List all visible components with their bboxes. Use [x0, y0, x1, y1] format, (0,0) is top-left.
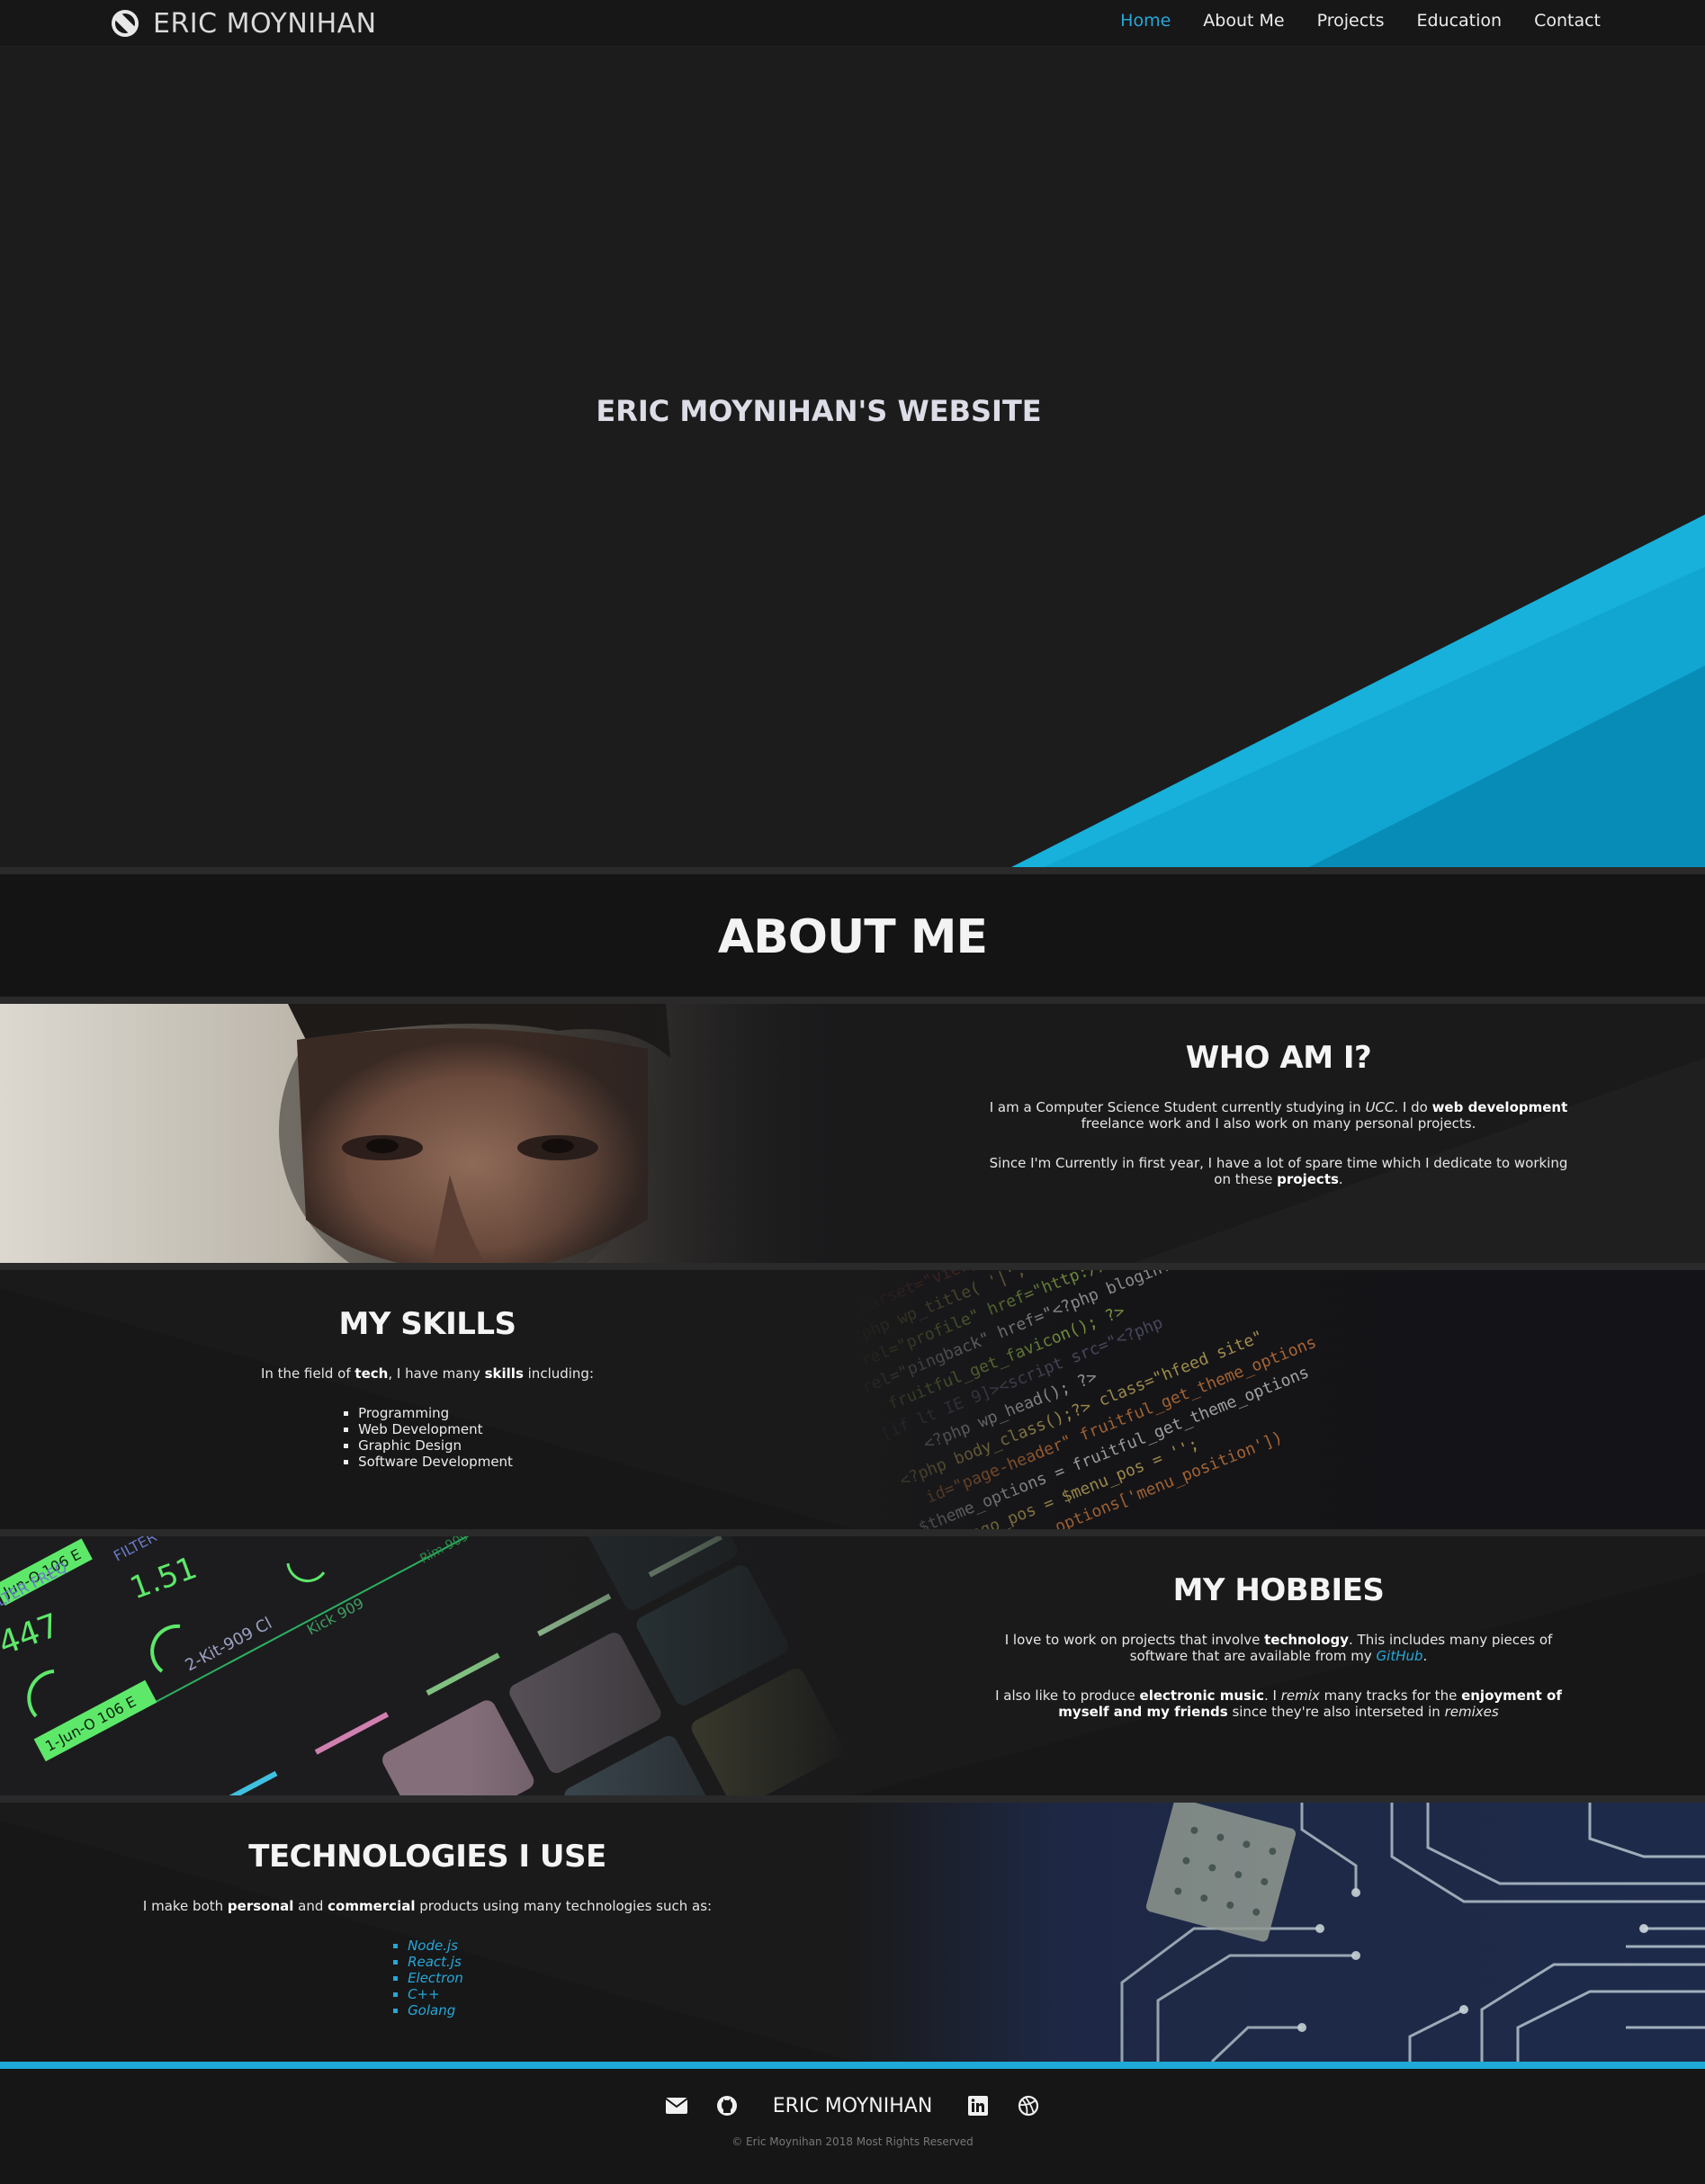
divider [0, 1263, 1705, 1270]
envelope-icon[interactable] [665, 2094, 688, 2117]
footer: ERIC MOYNIHAN © Eric Moynihan 2018 Most … [0, 2069, 1705, 2184]
my-skills-content: MY SKILLS In the field of tech, I have m… [135, 1270, 720, 1470]
music-controller-photo: Jun-O 106 E 1-Jun-O 106 E LTER FREQ FILT… [0, 1536, 853, 1795]
brand[interactable]: ERIC MOYNIHAN [112, 6, 377, 40]
who-am-i-title: WHO AM I? [1185, 1040, 1372, 1076]
footer-links: ERIC MOYNIHAN [0, 2094, 1705, 2117]
technologies-content: TECHNOLOGIES I USE I make both personal … [135, 1803, 720, 2018]
who-am-i-content: WHO AM I? I am a Computer Science Studen… [986, 1004, 1571, 1187]
list-item: Graphic Design [358, 1437, 513, 1454]
divider [0, 1529, 1705, 1536]
copyright-text: © Eric Moynihan 2018 Most Rights Reserve… [731, 2135, 974, 2148]
brand-logo-icon [112, 10, 139, 37]
tech-link-electron[interactable]: Electron [408, 1970, 463, 1986]
my-hobbies-title: MY HOBBIES [1172, 1572, 1385, 1608]
my-hobbies-content: MY HOBBIES I love to work on projects th… [986, 1536, 1571, 1720]
nav-link-about-me[interactable]: About Me [1203, 11, 1284, 31]
technologies-title: TECHNOLOGIES I USE [248, 1839, 606, 1875]
nav-links: Home About Me Projects Education Contact [1120, 11, 1601, 31]
list-item: Programming [358, 1405, 513, 1421]
my-skills-title: MY SKILLS [338, 1306, 516, 1342]
my-hobbies-panel: Jun-O 106 E 1-Jun-O 106 E LTER FREQ FILT… [0, 1536, 1705, 1795]
about-title: ABOUT ME [717, 910, 988, 964]
my-skills-intro: In the field of tech, I have many skills… [260, 1365, 595, 1382]
nav-link-education[interactable]: Education [1416, 11, 1502, 31]
who-am-i-paragraph-2: Since I'm Currently in first year, I hav… [989, 1155, 1568, 1187]
nav-link-home[interactable]: Home [1120, 11, 1171, 31]
tech-link-golang[interactable]: Golang [408, 2002, 463, 2018]
linkedin-icon[interactable] [966, 2094, 990, 2117]
github-icon[interactable] [715, 2094, 739, 2117]
tech-link-reactjs[interactable]: React.js [408, 1954, 463, 1970]
my-skills-panel: charset="viewport" content='width' <?php… [0, 1270, 1705, 1529]
footer-accent-bar [0, 2062, 1705, 2069]
divider [0, 1795, 1705, 1803]
my-hobbies-paragraph-2: I also like to produce electronic music.… [995, 1687, 1562, 1720]
who-am-i-panel: WHO AM I? I am a Computer Science Studen… [0, 1004, 1705, 1263]
tech-link-nodejs[interactable]: Node.js [408, 1938, 463, 1954]
hero-title: ERIC MOYNIHAN'S WEBSITE [596, 394, 1042, 428]
technologies-panel: TECHNOLOGIES I USE I make both personal … [0, 1803, 1705, 2062]
my-hobbies-paragraph-1: I love to work on projects that involve … [1004, 1632, 1553, 1664]
github-link[interactable]: GitHub [1377, 1648, 1423, 1664]
dribbble-icon[interactable] [1017, 2094, 1040, 2117]
tech-link-cpp[interactable]: C++ [408, 1986, 463, 2002]
divider [0, 997, 1705, 1004]
list-item: Software Development [358, 1454, 513, 1470]
about-header: ABOUT ME [0, 874, 1705, 997]
divider [0, 867, 1705, 874]
hero-section: ERIC MOYNIHAN'S WEBSITE [0, 47, 1705, 867]
technologies-list: Node.js React.js Electron C++ Golang [391, 1938, 463, 2018]
nav-link-projects[interactable]: Projects [1317, 11, 1385, 31]
portrait-photo [0, 1004, 853, 1263]
hero-accent-shape [1011, 515, 1705, 867]
technologies-intro: I make both personal and commercial prod… [142, 1898, 713, 1914]
navbar: ERIC MOYNIHAN Home About Me Projects Edu… [0, 0, 1705, 47]
list-item: Web Development [358, 1421, 513, 1437]
nav-link-contact[interactable]: Contact [1534, 11, 1601, 31]
code-screen-photo: charset="viewport" content='width' <?php… [852, 1270, 1705, 1529]
brand-name: ERIC MOYNIHAN [153, 7, 377, 40]
skills-list: Programming Web Development Graphic Desi… [342, 1405, 513, 1470]
footer-name: ERIC MOYNIHAN [772, 2094, 933, 2117]
who-am-i-paragraph-1: I am a Computer Science Student currentl… [989, 1099, 1568, 1132]
circuit-board-photo [852, 1803, 1705, 2062]
